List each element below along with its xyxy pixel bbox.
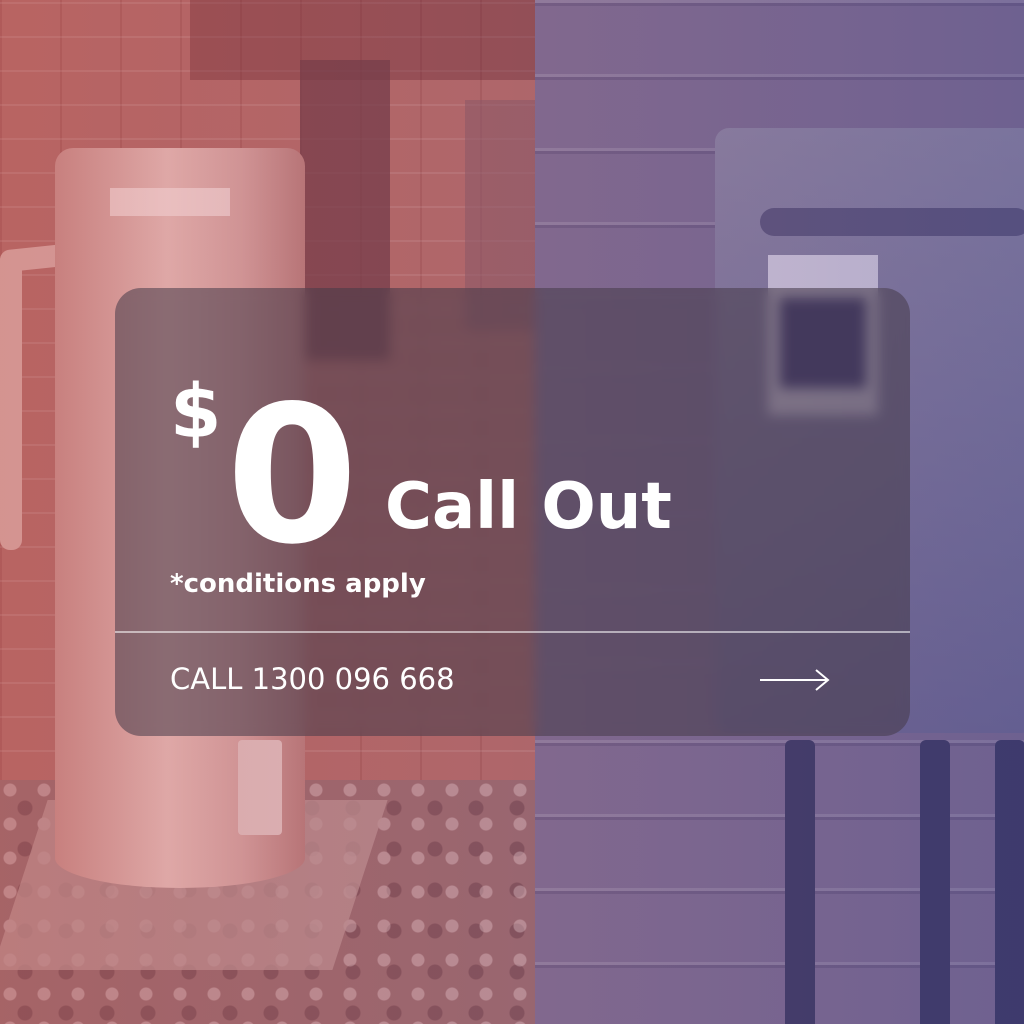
divider (115, 631, 910, 633)
promo-title: Call Out (385, 470, 672, 544)
arrow-right-icon[interactable] (760, 665, 832, 695)
call-phone-link[interactable]: CALL 1300 096 668 (170, 662, 455, 696)
currency-symbol: $ (170, 369, 222, 455)
promo-amount: 0 (226, 365, 358, 586)
conditions-note: *conditions apply (170, 569, 426, 599)
